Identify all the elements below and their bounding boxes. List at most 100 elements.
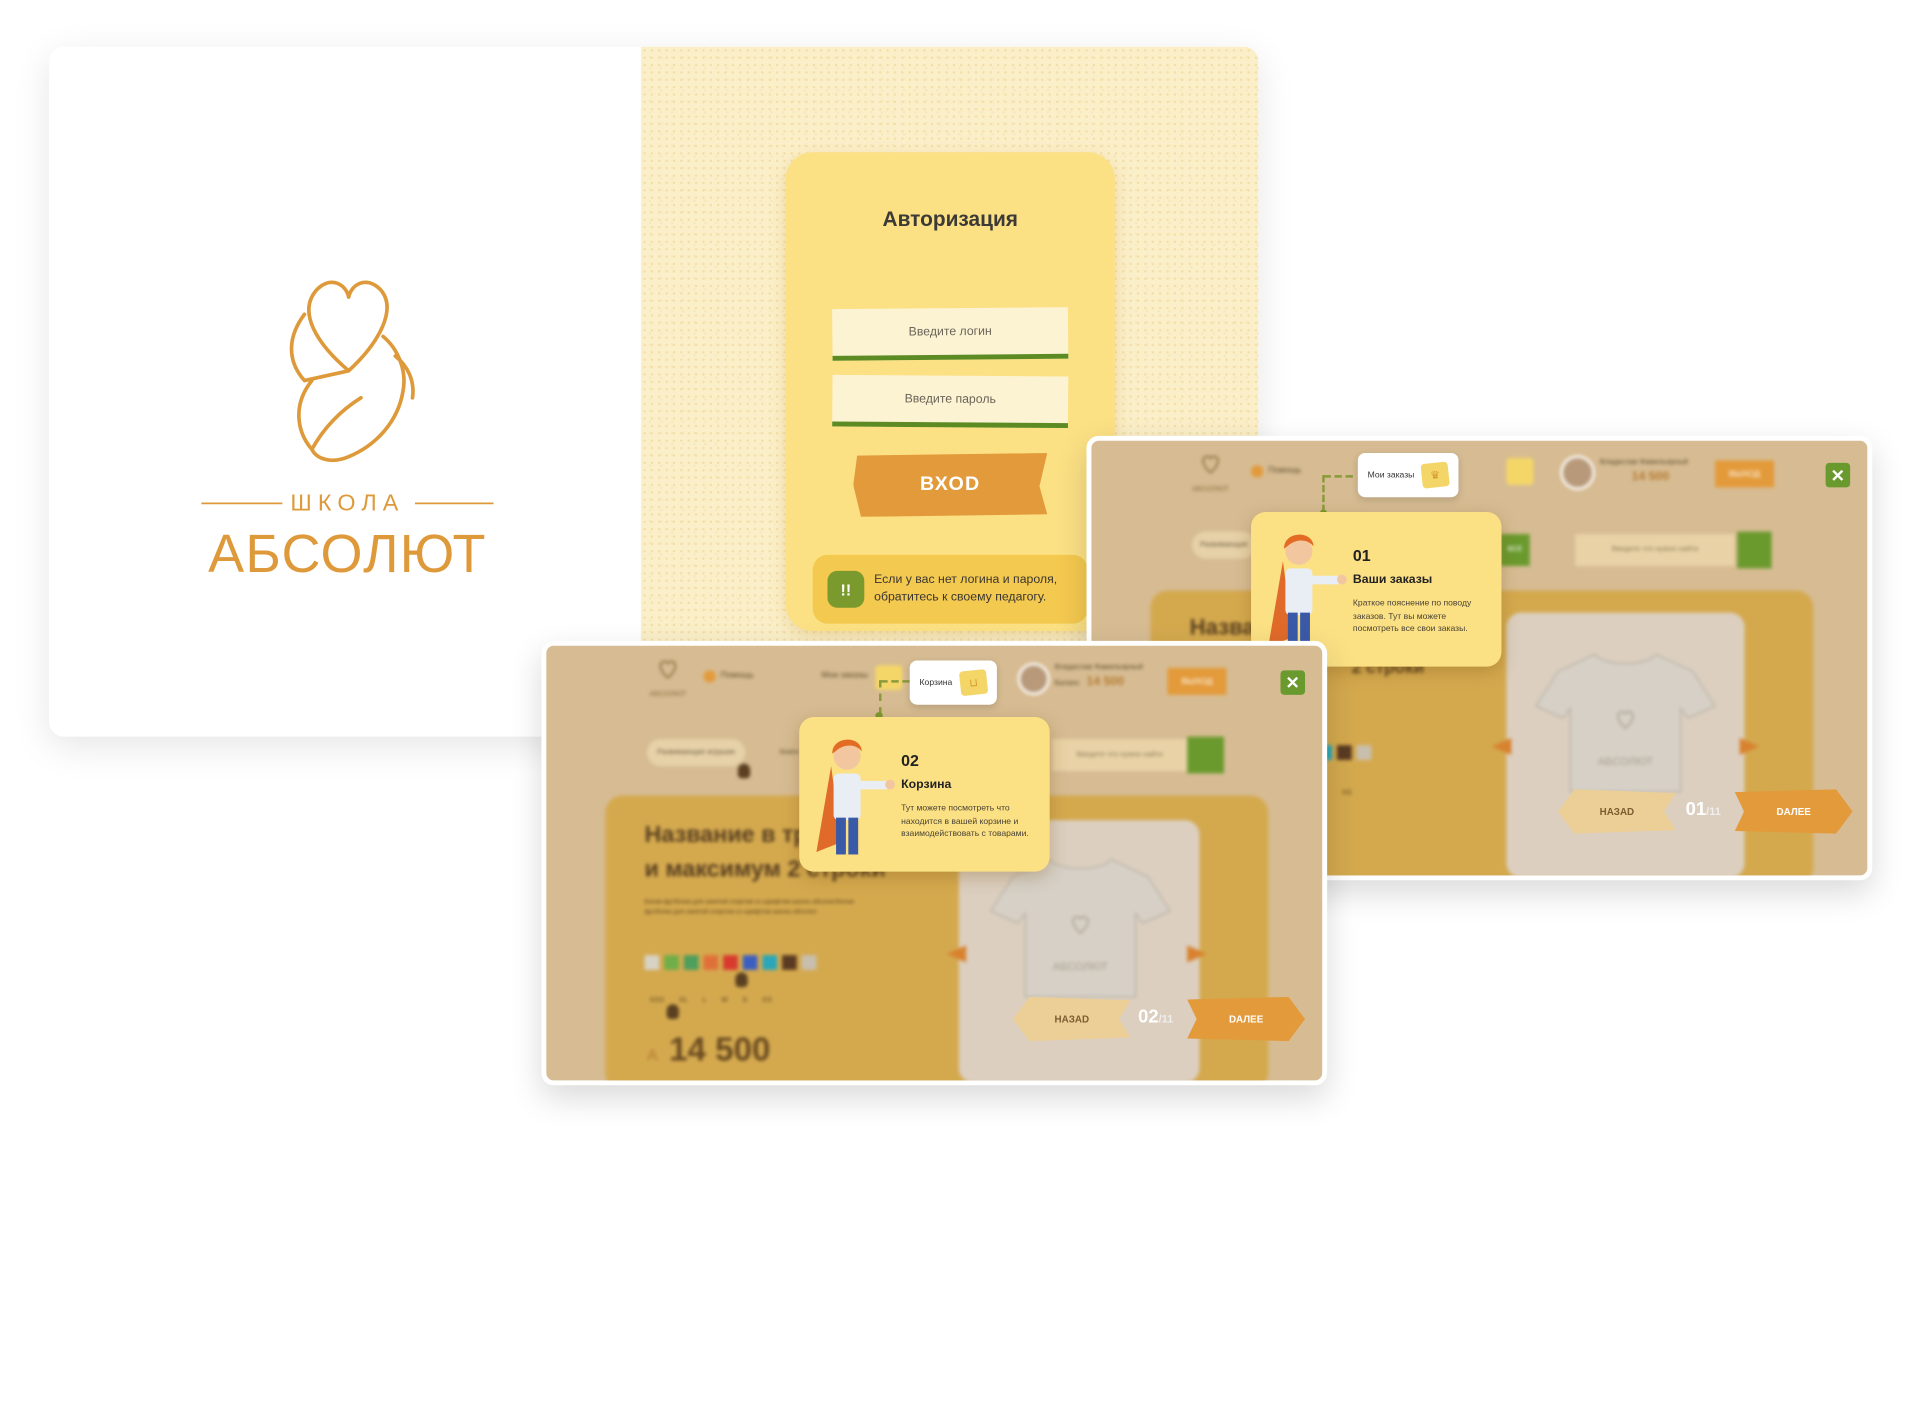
search-input[interactable]: Введите что нужно найти [1575, 534, 1735, 566]
tour-connector [880, 680, 910, 683]
search-button[interactable] [1187, 736, 1225, 774]
size-option[interactable]: XL [679, 997, 688, 1004]
tour-connector-vertical [1322, 475, 1325, 512]
hint-line-2: обратитесь к своему педагогу. [874, 590, 1047, 605]
tour-current-step: 02 [1138, 1006, 1159, 1028]
cart-chip-label: Корзина [919, 678, 953, 687]
arrow-left-icon[interactable] [1491, 737, 1512, 756]
tshirt-image: АБСОЛЮТ [1534, 653, 1716, 793]
crown-icon: ♛ [1420, 461, 1450, 489]
color-swatch[interactable] [723, 955, 738, 970]
color-swatches [644, 955, 817, 970]
tour-step-text: Краткое пояснение по поводу заказов. Тут… [1352, 599, 1472, 634]
arrow-right-icon[interactable] [1739, 737, 1760, 756]
close-icon[interactable]: ✕ [1280, 670, 1306, 695]
hint-text: Если у вас нет логина и пароля, обратите… [874, 571, 1057, 607]
school-name: АБСОЛЮТ [208, 524, 487, 584]
svg-text:АБСОЛЮТ: АБСОЛЮТ [1053, 961, 1108, 973]
tour-total-steps: /11 [1706, 805, 1721, 818]
tour-step-title: Ваши заказы [1352, 573, 1433, 587]
help-icon[interactable] [1251, 465, 1264, 478]
guide-character-icon [816, 739, 895, 855]
color-swatch[interactable] [801, 955, 817, 970]
color-swatch[interactable] [742, 955, 758, 970]
size-option[interactable]: M [722, 997, 728, 1004]
help-link[interactable]: Помощь [721, 672, 754, 681]
cart-icon: ⊔ [958, 668, 988, 697]
tshirt-image: АБСОЛЮТ [989, 858, 1171, 998]
color-swatch[interactable] [762, 955, 778, 970]
color-swatch[interactable] [1336, 745, 1352, 760]
all-button[interactable]: ВСЕ [1500, 534, 1530, 566]
avatar[interactable] [1017, 662, 1050, 695]
svg-text:АБСОЛЮТ: АБСОЛЮТ [649, 689, 686, 698]
header-logo-icon: АБСОЛЮТ [649, 660, 687, 698]
search-input[interactable]: Введите что нужно найти [1052, 739, 1188, 771]
balance-label: Баланс [1054, 680, 1080, 688]
color-swatch[interactable] [1356, 745, 1372, 760]
tour-step-text: Тут можете посмотреть что находится в ва… [901, 804, 1029, 839]
arrow-left-icon[interactable] [946, 945, 967, 963]
tour-connector-vertical [879, 680, 882, 715]
books-tab[interactable]: Книги [780, 749, 799, 756]
size-option[interactable]: XS [762, 997, 772, 1004]
product-description: Белая футболка для занятий спортом со шр… [644, 898, 855, 916]
password-input[interactable]: Введите пароль [832, 374, 1069, 429]
category-pill[interactable]: Развивающие [1192, 531, 1256, 559]
user-name: Владислав Фамильярный [1054, 664, 1143, 672]
tour-next-button[interactable]: DАЛЕЕ [1187, 996, 1306, 1042]
login-input[interactable]: Введите логин [832, 307, 1069, 361]
logout-button[interactable]: ВЫХОД [1715, 460, 1775, 488]
color-swatch[interactable] [683, 955, 699, 970]
tour-connector [1323, 475, 1353, 478]
auth-panel: Авторизация Введите логин Введите пароль… [785, 152, 1115, 632]
avatar[interactable] [1560, 455, 1595, 490]
size-option[interactable]: XS [1342, 789, 1352, 796]
tour-step-number: 01 [1352, 546, 1371, 565]
balance-value: 14 500 [1086, 675, 1125, 689]
size-option[interactable]: XXS [649, 997, 664, 1004]
size-option[interactable]: L [703, 997, 707, 1004]
no-login-hint: !! Если у вас нет логина и пароля, обрат… [812, 554, 1088, 624]
user-name: Владислав Фамильярный [1599, 459, 1689, 467]
cart-icon[interactable] [1506, 457, 1534, 485]
arrow-right-icon[interactable] [1187, 945, 1207, 963]
tour-next-button[interactable]: DАЛЕЕ [1734, 789, 1853, 834]
highlighted-orders-button[interactable]: Мои заказы ♛ [1357, 453, 1459, 498]
tour-back-button[interactable]: НАЗАD [1012, 996, 1131, 1042]
orders-link[interactable]: Мои заказы [821, 672, 868, 681]
hint-line-1: Если у вас нет логина и пароля, [874, 572, 1058, 587]
login-card: ШКОЛА АБСОЛЮТ Авторизация Введите логин … [49, 46, 1259, 737]
tour-current-step: 01 [1685, 799, 1707, 821]
highlighted-cart-button[interactable]: Корзина ⊔ [909, 660, 997, 705]
cart-tour-screen: АБСОЛЮТ Помощь Мои заказы Владислав Фами… [541, 640, 1328, 1086]
price-currency: A [646, 1046, 658, 1065]
search-button[interactable] [1737, 531, 1772, 569]
guide-character-icon [1268, 534, 1347, 650]
tour-back-button[interactable]: НАЗАD [1557, 789, 1676, 834]
school-logo: ШКОЛА АБСОЛЮТ [201, 280, 494, 584]
color-swatch[interactable] [782, 955, 797, 970]
color-swatch[interactable] [703, 955, 719, 970]
balance-value: 14 500 [1631, 470, 1670, 484]
svg-text:АБСОЛЮТ: АБСОЛЮТ [1598, 756, 1653, 768]
size-option[interactable]: S [742, 997, 747, 1004]
logout-button[interactable]: ВЫХОД [1167, 667, 1227, 695]
category-pill[interactable]: Развивающие игрушки [646, 739, 746, 767]
tour-tooltip: 02 Корзина Тут можете посмотреть что нах… [799, 716, 1050, 872]
login-button[interactable]: ВХОD [853, 453, 1048, 517]
header-logo-icon: АБСОЛЮТ [1192, 455, 1229, 493]
tour-total-steps: /11 [1158, 1012, 1174, 1026]
tour-pager: 01/11 [1686, 799, 1721, 820]
tour-step-number: 02 [901, 751, 919, 770]
color-swatch[interactable] [644, 955, 660, 970]
help-icon[interactable] [703, 670, 716, 683]
size-options: XXS XL L M S XS [649, 997, 771, 1004]
product-title: Название в тр [644, 822, 808, 849]
close-icon[interactable]: ✕ [1825, 462, 1851, 488]
help-link[interactable]: Помощь [1268, 467, 1301, 476]
auth-title: Авторизация [882, 207, 1018, 231]
color-swatch[interactable] [664, 955, 679, 970]
product-title: Назва [1189, 615, 1255, 640]
price-value: 14 500 [669, 1031, 771, 1069]
